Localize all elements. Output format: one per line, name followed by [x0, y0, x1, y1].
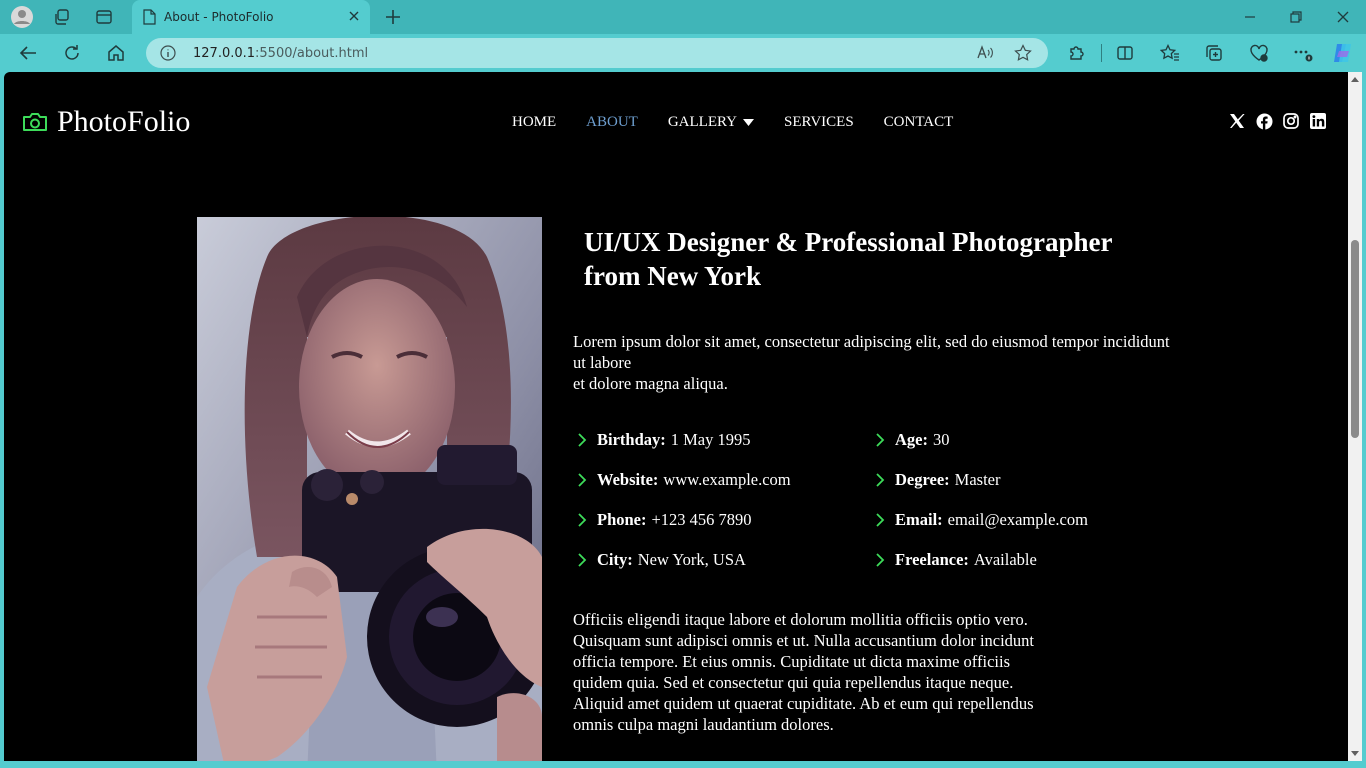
facebook-icon[interactable] [1255, 112, 1273, 130]
fact-label: Website: [597, 470, 659, 489]
fact-label: Freelance: [895, 550, 969, 569]
minimize-icon[interactable] [1235, 6, 1265, 28]
copilot-icon[interactable] [1330, 41, 1356, 65]
new-tab-button[interactable] [380, 5, 406, 29]
chevron-right-icon [578, 553, 587, 567]
fact-value: 1 May 1995 [670, 430, 751, 449]
tab-close-icon[interactable] [346, 8, 362, 24]
profile-avatar-icon[interactable] [8, 4, 36, 30]
intro-line-1: Lorem ipsum dolor sit amet, consectetur … [573, 332, 1170, 372]
site-logo[interactable]: PhotoFolio [22, 105, 190, 139]
fact-age: Age: 30 [874, 430, 949, 450]
camera-logo-icon [23, 113, 47, 131]
linkedin-icon[interactable] [1309, 112, 1327, 130]
fact-value: Master [954, 470, 1001, 489]
nav-services[interactable]: SERVICES [784, 114, 854, 131]
active-tab[interactable]: About - PhotoFolio [132, 0, 370, 34]
fact-value: Available [973, 550, 1037, 569]
fact-label: Age: [895, 430, 928, 449]
scroll-down-arrow-icon[interactable] [1351, 751, 1359, 757]
intro-line-2: et dolore magna aliqua. [573, 374, 728, 393]
favorite-star-icon[interactable] [1014, 44, 1032, 62]
fact-value: www.example.com [663, 470, 791, 489]
fact-phone: Phone: +123 456 7890 [576, 510, 752, 530]
site-info-icon[interactable] [160, 45, 176, 61]
collections-icon[interactable] [1201, 41, 1227, 65]
fact-label: Degree: [895, 470, 950, 489]
about-body-paragraph: Officiis eligendi itaque labore et dolor… [573, 610, 1035, 734]
fact-website: Website: www.example.com [576, 470, 791, 490]
about-headline: UI/UX Designer & Professional Photograph… [584, 225, 1224, 293]
fact-value: 30 [932, 430, 950, 449]
browser-essentials-icon[interactable] [1246, 41, 1272, 65]
window-bottom-edge [0, 761, 1366, 768]
favorites-icon[interactable] [1157, 41, 1183, 65]
workspaces-icon[interactable] [48, 4, 76, 30]
intro-paragraph: Lorem ipsum dolor sit amet, consectetur … [573, 331, 1173, 394]
fact-city: City: New York, USA [576, 550, 746, 570]
nav-contact[interactable]: CONTACT [884, 114, 954, 131]
chevron-right-icon [578, 433, 587, 447]
caret-down-icon [743, 118, 755, 126]
chevron-right-icon [876, 553, 885, 567]
more-menu-icon[interactable] [1290, 41, 1316, 65]
site-brand: PhotoFolio [57, 105, 191, 138]
browser-toolbar: 127.0.0.1:5500/about.html [0, 34, 1366, 72]
chevron-right-icon [578, 473, 587, 487]
fact-degree: Degree: Master [874, 470, 1000, 490]
fact-birthday: Birthday: 1 May 1995 [576, 430, 751, 450]
page-icon [143, 9, 156, 25]
fact-value: email@example.com [947, 510, 1088, 529]
chevron-right-icon [876, 473, 885, 487]
photographer-portrait-image [197, 217, 542, 761]
tab-title: About - PhotoFolio [164, 10, 274, 24]
refresh-icon[interactable] [58, 40, 86, 66]
toolbar-divider [1101, 44, 1102, 62]
extensions-icon[interactable] [1064, 41, 1090, 65]
page-scrollbar[interactable] [1348, 72, 1362, 761]
url-path: :5500/about.html [255, 46, 369, 61]
nav-gallery[interactable]: GALLERY [667, 114, 755, 131]
url-text[interactable]: 127.0.0.1:5500/about.html [193, 46, 368, 61]
fact-label: Phone: [597, 510, 647, 529]
url-host: 127.0.0.1 [193, 46, 256, 61]
nav-home[interactable]: HOME [512, 114, 556, 131]
headline-line-2: from New York [584, 261, 761, 291]
fact-label: Birthday: [597, 430, 666, 449]
close-window-icon[interactable] [1328, 6, 1358, 28]
instagram-icon[interactable] [1282, 112, 1300, 130]
chevron-right-icon [578, 513, 587, 527]
fact-email: Email: email@example.com [874, 510, 1088, 530]
back-icon[interactable] [14, 40, 42, 66]
main-navigation: HOME ABOUT GALLERY SERVICES CONTACT [512, 114, 983, 131]
home-icon[interactable] [102, 40, 130, 66]
chevron-right-icon [876, 513, 885, 527]
restore-icon[interactable] [1281, 6, 1311, 28]
nav-about[interactable]: ABOUT [586, 114, 638, 131]
headline-line-1: UI/UX Designer & Professional Photograph… [584, 227, 1113, 257]
fact-freelance: Freelance: Available [874, 550, 1037, 570]
scrollbar-thumb[interactable] [1351, 240, 1359, 438]
scroll-up-arrow-icon[interactable] [1351, 76, 1359, 82]
x-icon[interactable] [1228, 112, 1246, 130]
chevron-right-icon [876, 433, 885, 447]
nav-gallery-label: GALLERY [667, 114, 738, 130]
fact-value: +123 456 7890 [651, 510, 752, 529]
split-screen-icon[interactable] [1112, 41, 1138, 65]
fact-label: City: [597, 550, 633, 569]
tab-actions-icon[interactable] [90, 4, 118, 30]
fact-value: New York, USA [637, 550, 746, 569]
address-bar[interactable]: 127.0.0.1:5500/about.html [146, 38, 1048, 68]
social-links [1228, 112, 1336, 130]
page-viewport: PhotoFolio HOME ABOUT GALLERY SERVICES C… [4, 72, 1348, 761]
browser-tab-bar: About - PhotoFolio [0, 0, 1366, 34]
fact-label: Email: [895, 510, 943, 529]
read-aloud-icon[interactable] [976, 44, 994, 62]
